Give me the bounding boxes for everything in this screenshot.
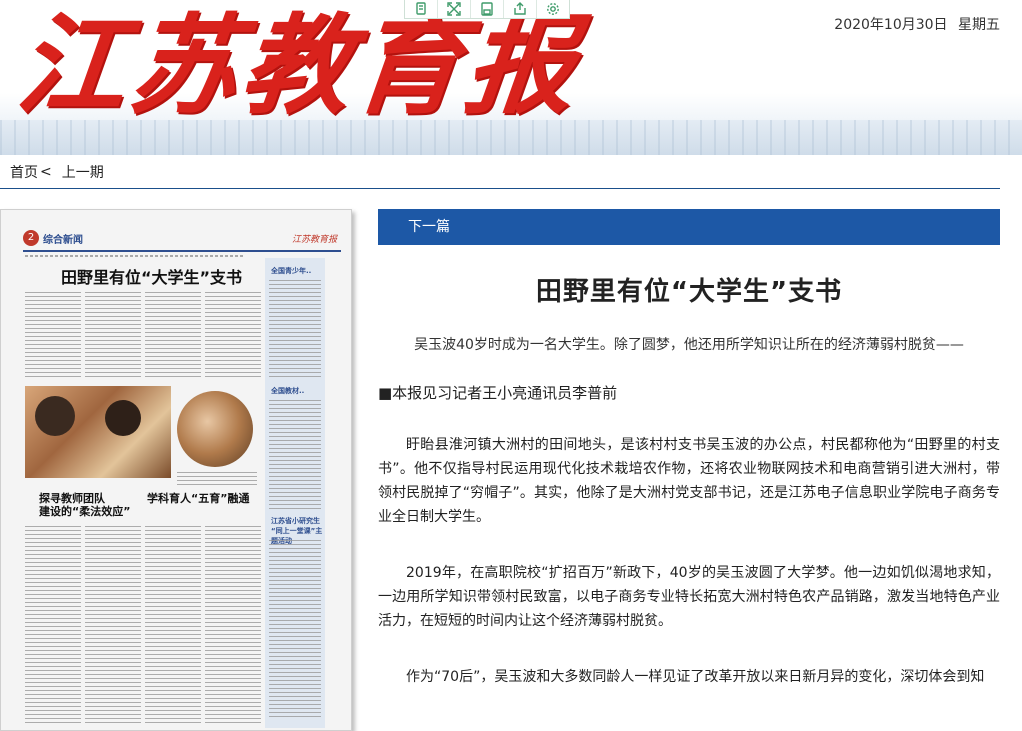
next-article-label: 下一篇 <box>408 219 450 235</box>
page-section-label: 综合新闻 <box>43 235 83 246</box>
page-sidebar: 全国青少年.. 全国教材.. 江苏省小研究生 “同上一堂课”主题活动 <box>265 258 325 728</box>
story3-title: 学科育人“五育”融通 <box>147 492 250 505</box>
breadcrumb-nav: 首页 < 上一期 <box>0 155 1000 189</box>
text-column <box>269 540 321 720</box>
text-column <box>25 526 81 726</box>
text-column <box>85 292 141 380</box>
reader-toolbar <box>404 0 570 19</box>
fullscreen-icon[interactable] <box>438 0 471 18</box>
article-paragraph: 盱眙县淮河镇大洲村的田间地头，是该村村支书吴玉波的办公点，村民都称他为“田野里的… <box>378 437 1000 525</box>
next-article-button[interactable]: 下一篇 <box>378 209 1000 245</box>
save-icon[interactable] <box>471 0 504 18</box>
text-column <box>269 400 321 510</box>
page-logo: 江苏教育报 <box>291 235 337 245</box>
text-column <box>205 526 261 726</box>
sidebar-title-1: 全国青少年.. <box>271 267 312 275</box>
page-number-badge: 2 <box>23 230 39 246</box>
issue-date: 2020年10月30日 星期五 <box>828 14 1000 34</box>
photo-caption <box>177 472 257 486</box>
article-paragraph: 2019年，在高职院校“扩招百万”新政下，40岁的吴玉波圆了大学梦。他一边如饥似… <box>378 565 1000 629</box>
page-thumbnail[interactable]: 2 综合新闻 江苏教育报 田野里有位“大学生”支书 探寻教师团队 建设的“柔法效… <box>0 209 352 731</box>
newspaper-logo: 江苏教育报 <box>11 3 585 129</box>
text-column <box>85 526 141 726</box>
article-title: 田野里有位“大学生”支书 <box>535 277 843 307</box>
masthead: 江苏教育报 2020年10月30日 星期五 <box>0 0 1022 155</box>
text-column <box>145 292 201 380</box>
page-subhead-line <box>25 255 245 257</box>
home-link[interactable]: 首页 <box>10 162 38 182</box>
issue-date-text: 2020年10月30日 <box>834 17 948 33</box>
article-paragraph: 作为“70后”，吴玉波和大多数同龄人一样见证了改革开放以来日新月异的变化，深切体… <box>406 669 985 685</box>
chevron-left-icon: < <box>40 163 52 180</box>
page-photo-round <box>177 391 253 467</box>
text-column <box>25 292 81 380</box>
text-column <box>145 526 201 726</box>
article-byline: ■本报见习记者王小亮通讯员李普前 <box>378 384 618 402</box>
page-photo-children <box>25 386 171 478</box>
text-column <box>205 292 261 380</box>
share-icon[interactable] <box>504 0 537 18</box>
article-subtitle: 吴玉波40岁时成为一名大学生。除了圆梦，他还用所学知识让所在的经济薄弱村脱贫—— <box>414 337 964 353</box>
sidebar-title-2: 全国教材.. <box>271 387 305 395</box>
article: 田野里有位“大学生”支书 吴玉波40岁时成为一名大学生。除了圆梦，他还用所学知识… <box>378 245 1000 689</box>
page-headline: 田野里有位“大学生”支书 <box>61 268 243 287</box>
story2-title: 探寻教师团队 建设的“柔法效应” <box>39 492 131 518</box>
previous-issue-link[interactable]: 上一期 <box>62 162 104 182</box>
issue-weekday: 星期五 <box>958 17 1000 33</box>
page-header: 2 综合新闻 江苏教育报 <box>23 230 341 252</box>
settings-icon[interactable] <box>537 0 569 18</box>
text-column <box>269 280 321 380</box>
copy-icon[interactable] <box>405 0 438 18</box>
